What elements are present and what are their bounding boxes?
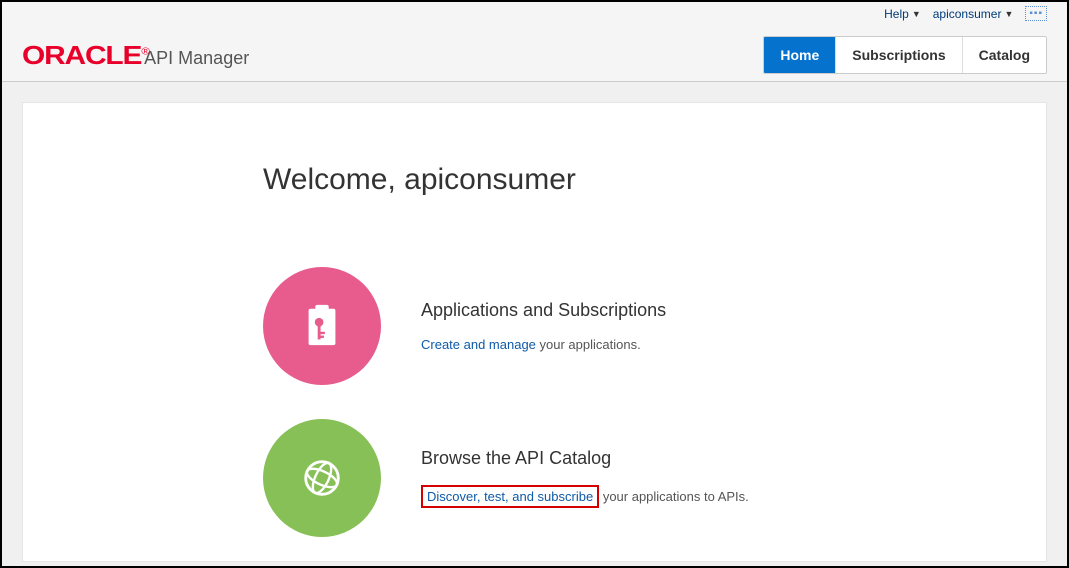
- applications-desc-rest: your applications.: [536, 337, 641, 352]
- tab-catalog[interactable]: Catalog: [962, 37, 1046, 73]
- tab-subscriptions[interactable]: Subscriptions: [835, 37, 961, 73]
- registered-mark: ®: [141, 46, 148, 57]
- catalog-text: Browse the API Catalog Discover, test, a…: [421, 448, 749, 508]
- nav-tabs: Home Subscriptions Catalog: [763, 36, 1047, 74]
- user-dropdown[interactable]: apiconsumer ▼: [933, 7, 1014, 21]
- help-dropdown[interactable]: Help ▼: [884, 7, 921, 21]
- applications-text: Applications and Subscriptions Create an…: [421, 300, 666, 352]
- user-label: apiconsumer: [933, 7, 1002, 21]
- help-label: Help: [884, 7, 909, 21]
- chevron-down-icon: ▼: [1004, 9, 1013, 19]
- catalog-row: Browse the API Catalog Discover, test, a…: [263, 419, 1046, 537]
- applications-desc: Create and manage your applications.: [421, 337, 666, 352]
- header: Help ▼ apiconsumer ▼ ▪▪▪ ORACLE® API Man…: [2, 2, 1067, 82]
- catalog-desc: Discover, test, and subscribe your appli…: [421, 485, 749, 508]
- logo-text: ORACLE: [22, 40, 141, 70]
- content-card: Welcome, apiconsumer Applications and Su…: [22, 102, 1047, 562]
- applications-title: Applications and Subscriptions: [421, 300, 666, 321]
- globe-icon: [299, 455, 345, 501]
- catalog-icon-circle: [263, 419, 381, 537]
- oracle-logo: ORACLE®: [22, 40, 149, 71]
- applications-icon-circle: [263, 267, 381, 385]
- page-title: Welcome, apiconsumer: [263, 163, 1046, 197]
- menu-dots-icon[interactable]: ▪▪▪: [1025, 6, 1047, 21]
- clipboard-key-icon: [299, 303, 345, 349]
- catalog-desc-rest: your applications to APIs.: [599, 489, 749, 504]
- applications-row: Applications and Subscriptions Create an…: [263, 267, 1046, 385]
- utility-row: Help ▼ apiconsumer ▼ ▪▪▪: [884, 6, 1047, 21]
- chevron-down-icon: ▼: [912, 9, 921, 19]
- create-manage-link[interactable]: Create and manage: [421, 337, 536, 352]
- discover-link[interactable]: Discover, test, and subscribe: [427, 489, 593, 504]
- tab-home[interactable]: Home: [764, 37, 835, 73]
- brand-row: ORACLE® API Manager: [22, 40, 249, 71]
- catalog-title: Browse the API Catalog: [421, 448, 749, 469]
- product-name: API Manager: [144, 48, 249, 69]
- highlight-box: Discover, test, and subscribe: [421, 485, 599, 508]
